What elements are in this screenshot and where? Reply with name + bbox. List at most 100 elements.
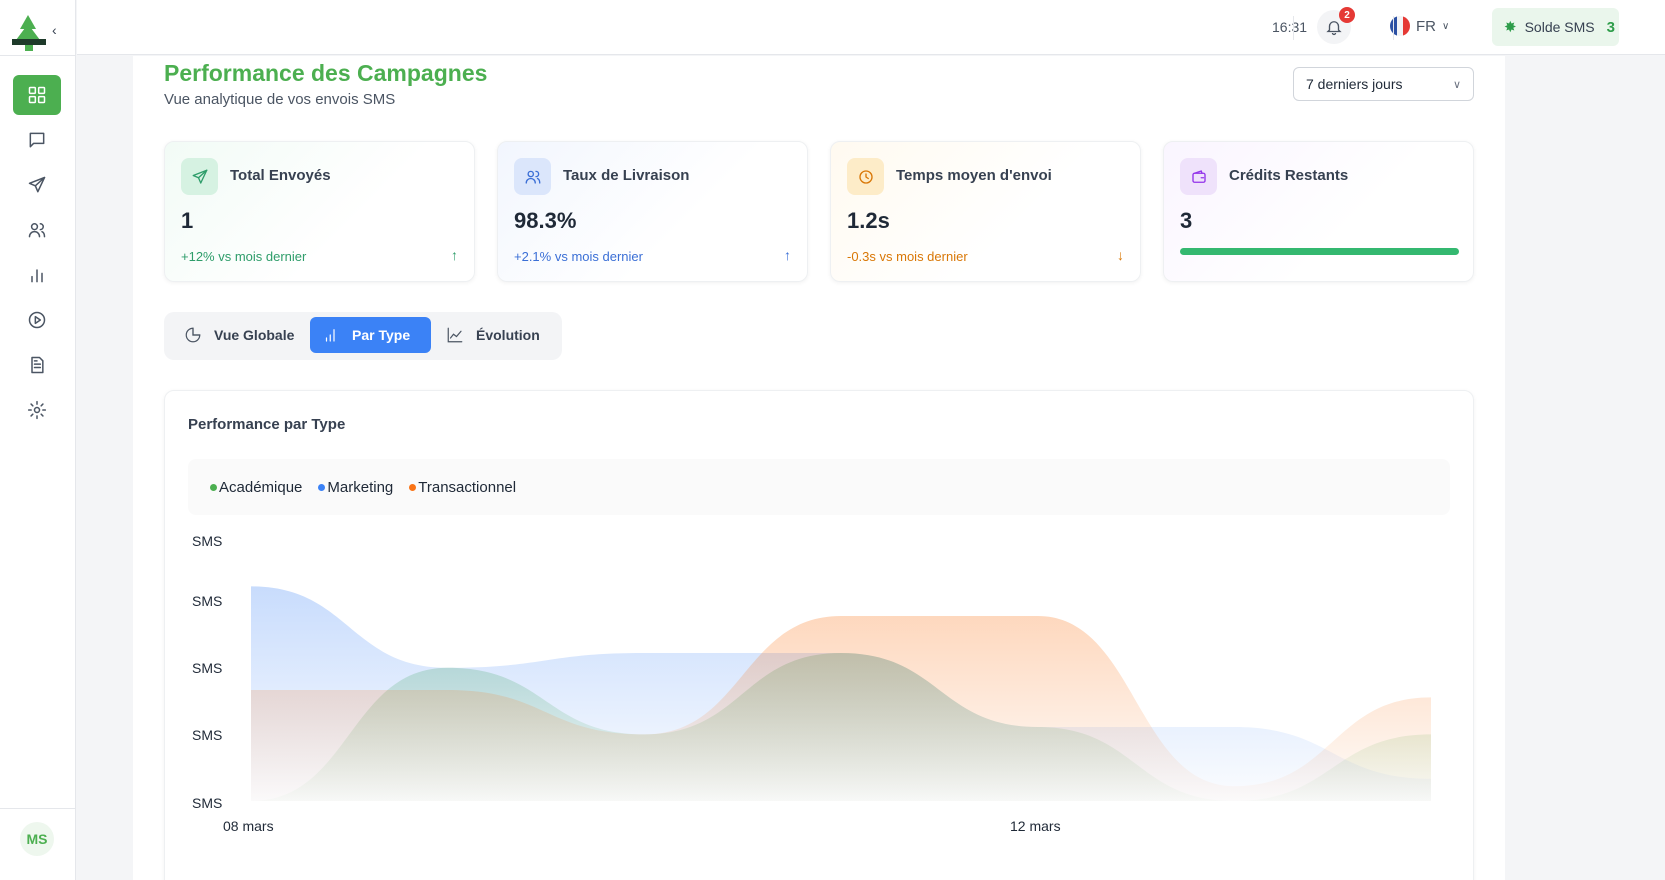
header-separator — [1393, 16, 1394, 40]
kpi-trend: -0.3s vs mois dernier — [847, 249, 968, 264]
period-select[interactable]: 7 derniers jours ∨ — [1293, 67, 1474, 101]
bar-chart-icon — [31, 269, 43, 283]
kpi-label: Crédits Restants — [1229, 167, 1349, 184]
y-tick-label: SMS — [192, 795, 222, 811]
kpi-icon-wrapper — [847, 158, 884, 195]
y-tick-label: SMS — [192, 660, 222, 676]
kpi-icon-wrapper — [1180, 158, 1217, 195]
send-icon — [28, 176, 46, 193]
sidebar-item-stats[interactable] — [13, 255, 61, 295]
sidebar-item-play[interactable] — [13, 300, 61, 340]
kpi-value: 98.3% — [514, 208, 577, 233]
chart-card: Performance par Type Académique Marketin… — [164, 390, 1474, 880]
chevron-down-icon: ∨ — [1452, 79, 1461, 91]
tab-evolution[interactable]: Évolution — [434, 317, 552, 353]
sms-balance-value: 3 — [1606, 18, 1615, 36]
x-tick-label: 12 mars — [1010, 818, 1061, 834]
arrow-down-icon: ↓ — [1117, 247, 1124, 263]
kpi-card-total-sent: Total Envoyés 1 +12% vs mois dernier ↑ — [164, 141, 475, 282]
users-icon — [28, 223, 46, 238]
kpi-card-delivery-rate: Taux de Livraison 98.3% +2.1% vs mois de… — [497, 141, 808, 282]
header-separator — [1293, 16, 1294, 40]
kpi-trend: +2.1% vs mois dernier — [514, 249, 643, 264]
sms-balance-label: Solde SMS — [1524, 19, 1595, 35]
credits-progress-fill — [1180, 248, 1459, 255]
tab-par-type[interactable]: Par Type — [310, 317, 431, 353]
pie-icon — [185, 327, 201, 343]
kpi-card-credits-remaining: Crédits Restants 3 — [1163, 141, 1474, 282]
legend-item-academique[interactable]: Académique — [210, 479, 302, 496]
sidebar-divider — [0, 808, 76, 809]
y-tick-label: SMS — [192, 593, 222, 609]
legend-dot — [210, 483, 217, 491]
main-content: Performance des Campagnes Vue analytique… — [133, 56, 1505, 880]
send-icon — [192, 169, 207, 184]
tab-label: Vue Globale — [214, 327, 295, 343]
app-logo[interactable] — [10, 12, 50, 52]
sidebar-item-dashboard[interactable] — [13, 75, 61, 115]
kpi-label: Temps moyen d'envoi — [896, 167, 1052, 184]
document-icon — [31, 356, 44, 374]
kpi-label: Taux de Livraison — [563, 167, 690, 184]
sparkle-icon: ✸ — [1504, 19, 1517, 36]
tab-label: Évolution — [476, 327, 540, 343]
legend-item-marketing[interactable]: Marketing — [318, 479, 393, 496]
kpi-icon-wrapper — [181, 158, 218, 195]
sidebar-item-documents[interactable] — [13, 345, 61, 385]
y-tick-label: SMS — [192, 533, 222, 549]
kpi-value: 3 — [1180, 208, 1193, 233]
legend-label: Académique — [219, 478, 303, 496]
legend-item-transactionnel[interactable]: Transactionnel — [409, 479, 516, 496]
tab-vue-globale[interactable]: Vue Globale — [172, 317, 306, 353]
kpi-icon-wrapper — [514, 158, 551, 195]
sms-balance-badge[interactable]: ✸ Solde SMS 3 — [1492, 8, 1619, 46]
view-tabs: Vue Globale Par Type Évolution — [164, 312, 562, 360]
play-circle-icon — [28, 311, 46, 329]
sidebar-item-messages[interactable] — [13, 120, 61, 160]
line-chart-icon — [447, 327, 463, 343]
page-title: Performance des Campagnes — [164, 60, 488, 86]
collapse-sidebar-icon[interactable]: ‹ — [52, 22, 57, 38]
x-tick-label: 08 mars — [223, 818, 274, 834]
language-label: FR — [1416, 17, 1436, 35]
kpi-label: Total Envoyés — [230, 167, 331, 184]
legend-label: Transactionnel — [418, 478, 517, 496]
credits-progress-bar — [1180, 248, 1459, 255]
kpi-value: 1 — [181, 208, 194, 233]
bar-chart-icon — [325, 329, 335, 342]
top-header: 16:31 2 FR ∨ ✸ Solde SMS 3 — [77, 0, 1665, 55]
tab-label: Par Type — [352, 327, 411, 343]
clock-icon — [858, 169, 873, 184]
legend-dot — [318, 483, 326, 491]
kpi-card-avg-send-time: Temps moyen d'envoi 1.2s -0.3s vs mois d… — [830, 141, 1141, 282]
arrow-up-icon: ↑ — [784, 247, 791, 263]
chart-title: Performance par Type — [188, 416, 346, 433]
sidebar-item-settings[interactable] — [13, 390, 61, 430]
wallet-icon — [1191, 169, 1206, 183]
user-avatar[interactable]: MS — [20, 822, 54, 856]
y-tick-label: SMS — [192, 727, 222, 743]
notification-badge: 2 — [1339, 7, 1355, 23]
kpi-trend: +12% vs mois dernier — [181, 249, 307, 264]
sidebar-divider — [0, 55, 76, 56]
page-subtitle: Vue analytique de vos envois SMS — [164, 91, 396, 108]
language-selector[interactable]: FR ∨ — [1390, 16, 1449, 36]
area-chart: SMSSMSSMSSMSSMS08 mars 12 mars — [192, 533, 1431, 834]
arrow-up-icon: ↑ — [451, 247, 458, 263]
notifications-button[interactable]: 2 — [1317, 7, 1355, 44]
chevron-down-icon: ∨ — [1442, 20, 1450, 32]
message-icon — [29, 132, 45, 148]
users-icon — [525, 170, 540, 184]
clock-time: 16:31 — [1272, 19, 1308, 35]
bell-icon — [1326, 21, 1342, 36]
legend-label: Marketing — [327, 478, 394, 496]
kpi-value: 1.2s — [847, 208, 890, 233]
grid-icon — [28, 86, 46, 104]
sidebar-item-contacts[interactable] — [13, 210, 61, 250]
chart-legend: Académique Marketing Transactionnel — [188, 459, 1450, 515]
sidebar-item-send[interactable] — [13, 165, 61, 205]
gear-icon — [27, 400, 47, 420]
period-value: 7 derniers jours — [1306, 76, 1403, 92]
legend-dot — [409, 483, 417, 491]
sidebar: ‹ MS — [0, 0, 76, 880]
